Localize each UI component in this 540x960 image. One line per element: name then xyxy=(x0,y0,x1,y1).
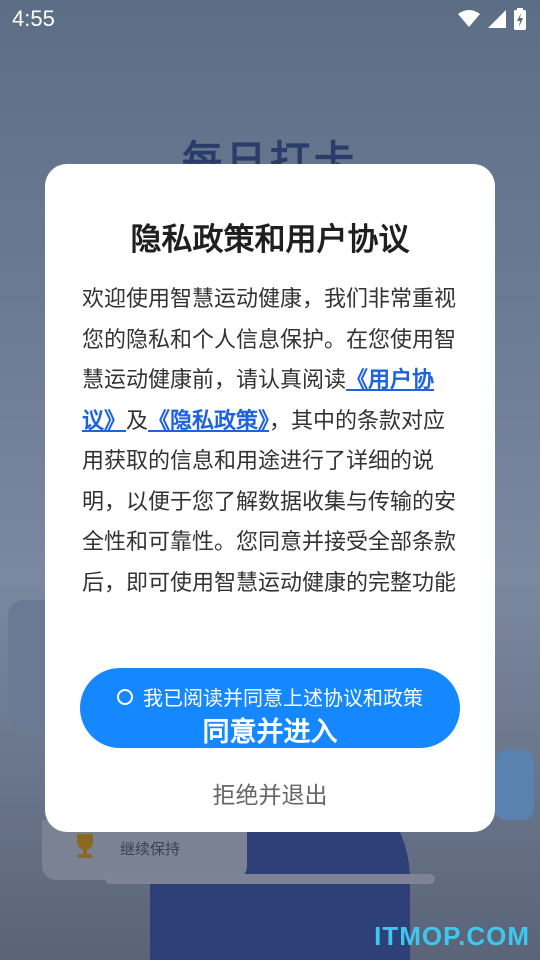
status-time: 4:55 xyxy=(12,6,55,31)
background-card-right xyxy=(494,750,534,820)
dialog-title: 隐私政策和用户协议 xyxy=(130,222,410,258)
battery-icon xyxy=(514,8,526,30)
trophy-icon xyxy=(77,834,93,858)
radio-unchecked-icon[interactable] xyxy=(117,688,133,705)
watermark: ITMOP.COM xyxy=(374,921,530,951)
agree-button-label: 同意并进入 xyxy=(202,717,338,748)
privacy-dialog: 隐私政策和用户协议 欢迎使用智慧运动健康，我们非常重视您的隐私和个人信息保护。在… xyxy=(45,164,495,832)
reject-and-exit-button[interactable]: 拒绝并退出 xyxy=(45,776,495,810)
background-keep-text: 继续保持 xyxy=(120,840,181,858)
body-and: 及 xyxy=(126,408,149,434)
status-bar: 4:55 xyxy=(0,0,540,38)
agree-and-enter-button[interactable]: 我已阅读并同意上述协议和政策 同意并进入 xyxy=(80,668,460,748)
wifi-icon xyxy=(458,10,480,27)
checkbox-label: 我已阅读并同意上述协议和政策 xyxy=(143,686,423,710)
dialog-body: 欢迎使用智慧运动健康，我们非常重视您的隐私和个人信息保护。在您使用智慧运动健康前… xyxy=(82,280,462,604)
agreement-checkbox[interactable]: 我已阅读并同意上述协议和政策 xyxy=(80,682,460,711)
background-progress-bar xyxy=(105,874,435,884)
body-rest: ，其中的条款对应用获取的信息和用途进行了详细的说明，以便于您了解数据收集与传输的… xyxy=(82,408,457,596)
status-icons xyxy=(458,8,526,30)
privacy-policy-link[interactable]: 《隐私政策》 xyxy=(148,409,269,434)
cell-signal-icon xyxy=(488,10,506,28)
